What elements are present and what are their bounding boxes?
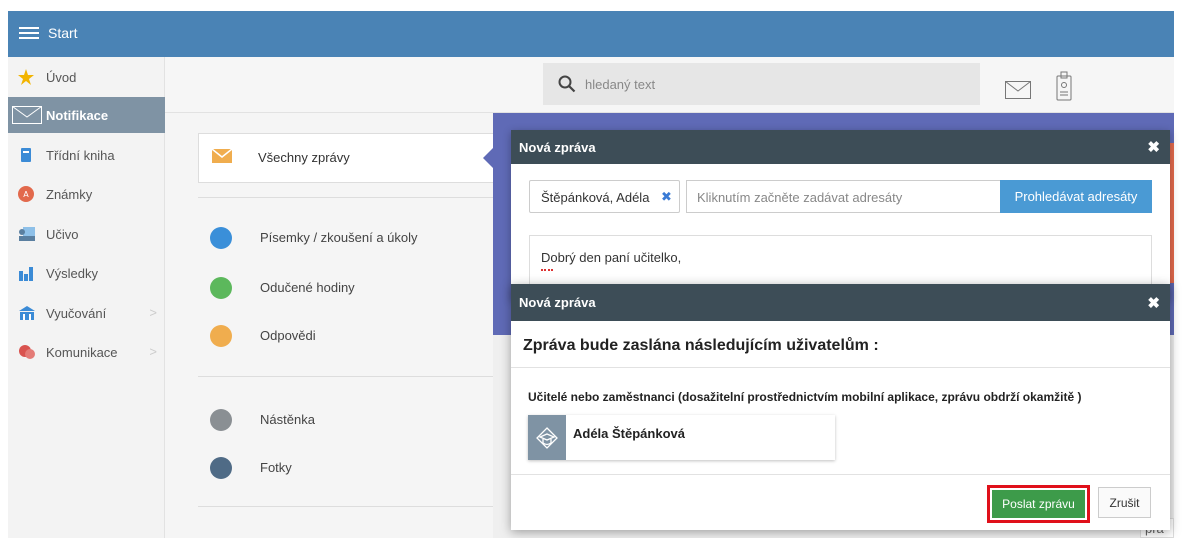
dialog-title: Nová zpráva	[519, 295, 596, 310]
teacher-icon	[19, 227, 35, 241]
sidebar-item-label: Úvod	[46, 70, 77, 85]
category-label: Písemky / zkoušení a úkoly	[260, 230, 418, 245]
recipient-placeholder: Kliknutím začněte zadávat adresáty	[697, 190, 903, 205]
recipient-group-label: Učitelé nebo zaměstnanci (dosažitelní pr…	[528, 390, 1082, 404]
chevron-right-icon: >	[149, 344, 157, 359]
envelope-icon	[212, 149, 232, 163]
svg-text:A: A	[23, 190, 29, 199]
message-categories: Všechny zprávy Písemky / zkoušení a úkol…	[165, 113, 494, 538]
search-icon[interactable]	[558, 75, 576, 93]
divider	[198, 506, 493, 507]
star-icon	[18, 69, 34, 85]
user-name: Adéla Štěpánková	[573, 426, 685, 441]
dialog-heading: Zpráva bude zaslána následujícím uživate…	[523, 337, 879, 354]
pointer-arrow	[483, 147, 494, 169]
sidebar-item-label: Vyučování	[46, 306, 107, 321]
sidebar-item-uvod[interactable]: Úvod	[8, 59, 165, 95]
bar-chart-icon	[19, 267, 33, 281]
grade-icon: A	[18, 186, 34, 202]
sidebar-item-znamky[interactable]: A Známky	[8, 176, 165, 212]
sidebar-item-tridni-kniha[interactable]: Třídní kniha	[8, 137, 165, 173]
board-icon	[210, 409, 232, 431]
dialog-header: Nová zpráva ✖	[511, 284, 1170, 321]
spellcheck-mark	[541, 269, 553, 271]
dialog-title: Nová zpráva	[519, 140, 596, 155]
sidebar-item-label: Komunikace	[46, 345, 118, 360]
dialog-header: Nová zpráva ✖	[511, 130, 1170, 164]
divider	[198, 376, 493, 377]
menu-icon[interactable]	[19, 24, 39, 42]
app-title[interactable]: Start	[48, 25, 78, 41]
category-label: Nástěnka	[260, 412, 315, 427]
sidebar-item-label: Třídní kniha	[46, 148, 115, 163]
exam-icon	[210, 227, 232, 249]
confirm-recipients-dialog: Nová zpráva ✖ Zpráva bude zaslána násled…	[511, 284, 1170, 530]
sidebar-item-notifikace[interactable]: Notifikace	[8, 97, 165, 133]
sidebar-item-label: Výsledky	[46, 266, 99, 281]
remove-icon[interactable]: ✖	[661, 189, 672, 205]
building-icon	[19, 306, 35, 320]
top-bar: Start	[8, 11, 1174, 57]
sidebar-item-ucivo[interactable]: Učivo	[8, 216, 165, 252]
category-label: Odučené hodiny	[260, 280, 355, 295]
book-icon	[21, 148, 31, 162]
user-avatar	[528, 415, 566, 460]
new-message-dialog: Nová zpráva ✖ Štěpánková, Adéla ✖ Kliknu…	[511, 130, 1170, 300]
sidebar-item-komunikace[interactable]: Komunikace >	[8, 334, 165, 370]
close-icon[interactable]: ✖	[1147, 138, 1160, 156]
search-placeholder: hledaný text	[585, 77, 656, 92]
badge-icon[interactable]	[1056, 71, 1072, 101]
sidebar-item-label: Notifikace	[46, 108, 109, 123]
cancel-button[interactable]: Zrušit	[1098, 487, 1151, 518]
divider	[511, 367, 1170, 368]
photo-icon	[210, 457, 232, 479]
sidebar: Úvod Notifikace Třídní kniha A Známky Uč…	[8, 57, 165, 538]
close-icon[interactable]: ✖	[1147, 294, 1160, 312]
teacher-cap-icon	[536, 427, 558, 449]
sidebar-item-label: Učivo	[46, 227, 79, 242]
sidebar-item-vyucovani[interactable]: Vyučování >	[8, 295, 165, 331]
category-label: Fotky	[260, 460, 292, 475]
recipient-chip[interactable]: Štěpánková, Adéla ✖	[529, 180, 680, 213]
send-message-button[interactable]: Poslat zprávu	[992, 490, 1085, 518]
mail-icon[interactable]	[1005, 81, 1031, 99]
answers-icon	[210, 325, 232, 347]
divider	[511, 474, 1170, 475]
chevron-right-icon: >	[149, 305, 157, 320]
divider	[198, 197, 493, 198]
envelope-icon	[12, 106, 42, 124]
lesson-icon	[210, 277, 232, 299]
user-card: Adéla Štěpánková	[528, 415, 835, 460]
chat-icon	[19, 345, 35, 359]
browse-recipients-button[interactable]: Prohledávat adresáty	[1000, 180, 1152, 213]
recipient-input[interactable]: Kliknutím začněte zadávat adresáty	[686, 180, 1002, 213]
all-messages-item[interactable]: Všechny zprávy	[198, 133, 494, 183]
message-text: Dobrý den paní učitelko,	[541, 250, 682, 265]
recipient-name: Štěpánková, Adéla	[541, 190, 650, 205]
sidebar-item-vysledky[interactable]: Výsledky	[8, 255, 165, 291]
category-label: Odpovědi	[260, 328, 316, 343]
all-messages-label: Všechny zprávy	[258, 150, 350, 165]
sidebar-item-label: Známky	[46, 187, 93, 202]
